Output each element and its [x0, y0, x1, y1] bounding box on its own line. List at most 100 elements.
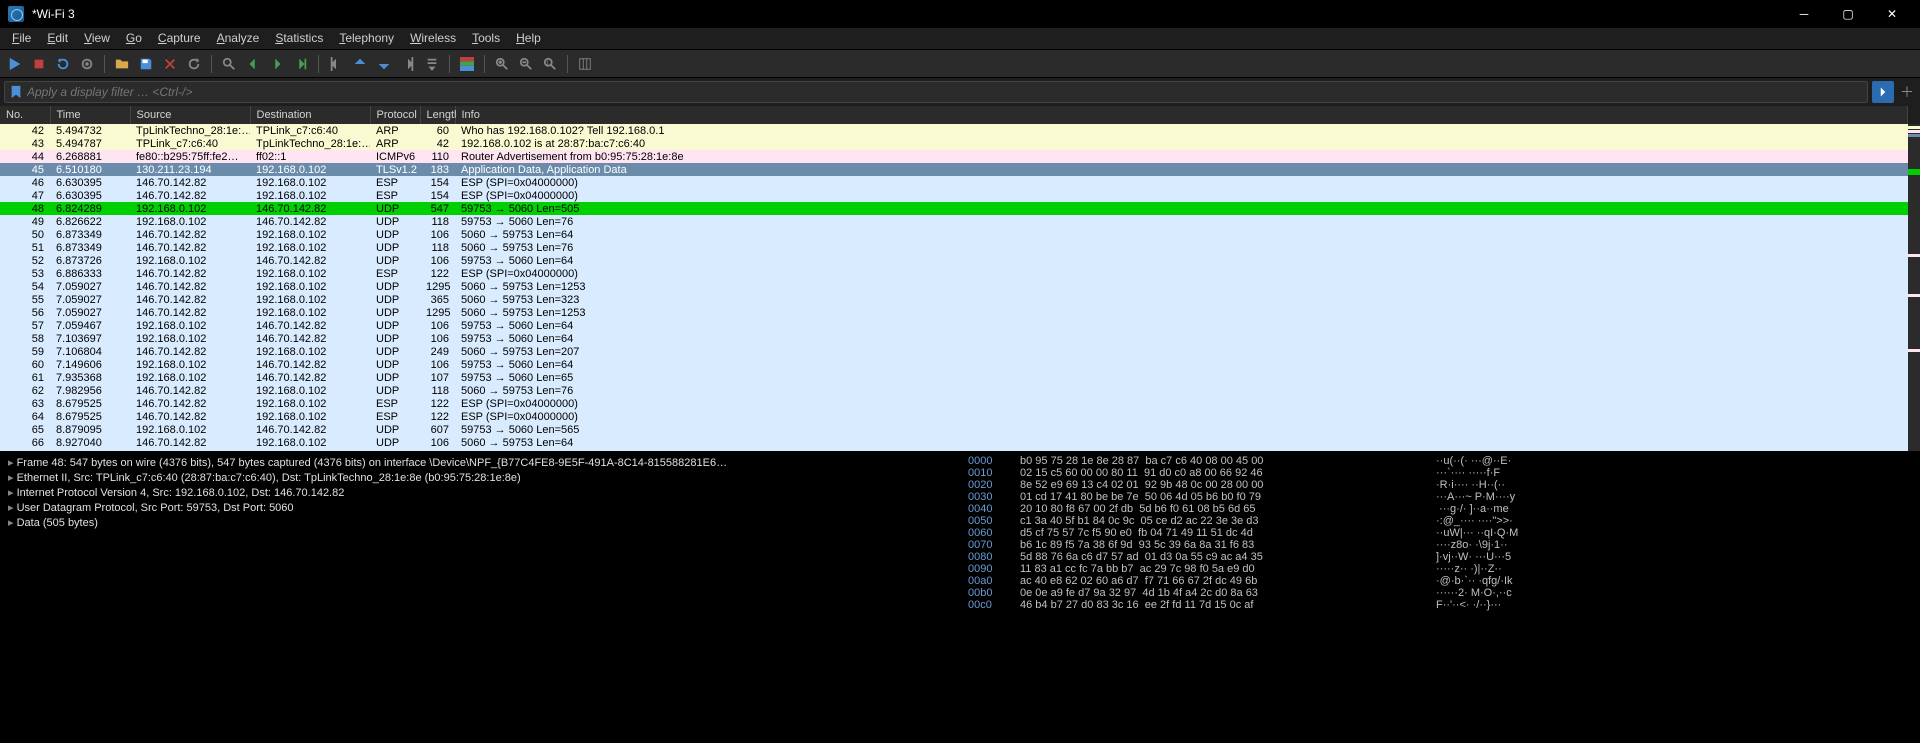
open-file-button[interactable]	[111, 53, 133, 75]
column-header-length[interactable]: Length	[420, 106, 455, 124]
first-packet-button[interactable]	[325, 53, 347, 75]
packet-row[interactable]: 446.268881fe80::b295:75ff:fe2…ff02::1ICM…	[0, 150, 1908, 163]
column-header-no[interactable]: No.	[0, 106, 50, 124]
hex-row[interactable]: 0060d5 cf 75 57 7c f5 90 e0 fb 04 71 49 …	[968, 527, 1912, 539]
packet-row[interactable]: 486.824289192.168.0.102146.70.142.82UDP5…	[0, 202, 1908, 215]
packet-row[interactable]: 536.886333146.70.142.82192.168.0.102ESP1…	[0, 267, 1908, 280]
details-tree-item[interactable]: Internet Protocol Version 4, Src: 192.16…	[8, 485, 952, 500]
hex-row[interactable]: 0070b6 1c 89 f5 7a 38 6f 9d 93 5c 39 6a …	[968, 539, 1912, 551]
packet-row[interactable]: 617.935368192.168.0.102146.70.142.82UDP1…	[0, 371, 1908, 384]
menu-edit[interactable]: Edit	[39, 28, 76, 49]
colorize-button[interactable]	[456, 53, 478, 75]
packet-row[interactable]: 516.873349146.70.142.82192.168.0.102UDP1…	[0, 241, 1908, 254]
go-back-button[interactable]	[242, 53, 264, 75]
packet-row[interactable]: 567.059027146.70.142.82192.168.0.102UDP1…	[0, 306, 1908, 319]
zoom-in-button[interactable]	[491, 53, 513, 75]
close-button[interactable]: ✕	[1872, 2, 1912, 26]
start-capture-button[interactable]	[4, 53, 26, 75]
packet-row[interactable]: 668.927040146.70.142.82192.168.0.102UDP1…	[0, 436, 1908, 449]
packet-row[interactable]: 607.149606192.168.0.102146.70.142.82UDP1…	[0, 358, 1908, 371]
minimap-mark	[1908, 134, 1920, 137]
close-file-button[interactable]	[159, 53, 181, 75]
restart-capture-button[interactable]	[52, 53, 74, 75]
packet-row[interactable]: 526.873726192.168.0.102146.70.142.82UDP1…	[0, 254, 1908, 267]
menu-analyze[interactable]: Analyze	[209, 28, 268, 49]
reload-button[interactable]	[183, 53, 205, 75]
details-tree-item[interactable]: Ethernet II, Src: TPLink_c7:c6:40 (28:87…	[8, 470, 952, 485]
toolbar-separator	[318, 55, 319, 73]
hex-row[interactable]: 00208e 52 e9 69 13 c4 02 01 92 9b 48 0c …	[968, 479, 1912, 491]
filter-input-container[interactable]	[4, 81, 1868, 103]
menu-help[interactable]: Help	[508, 28, 549, 49]
packet-row[interactable]: 506.873349146.70.142.82192.168.0.102UDP1…	[0, 228, 1908, 241]
hex-row[interactable]: 009011 83 a1 cc fc 7a bb b7 ac 29 7c 98 …	[968, 563, 1912, 575]
packet-row[interactable]: 547.059027146.70.142.82192.168.0.102UDP1…	[0, 280, 1908, 293]
packet-list-pane[interactable]: No.TimeSourceDestinationProtocolLengthIn…	[0, 106, 1920, 451]
packet-row[interactable]: 577.059467192.168.0.102146.70.142.82UDP1…	[0, 319, 1908, 332]
auto-scroll-button[interactable]	[421, 53, 443, 75]
packet-row[interactable]: 476.630395146.70.142.82192.168.0.102ESP1…	[0, 189, 1908, 202]
hex-row[interactable]: 003001 cd 17 41 80 be be 7e 50 06 4d 05 …	[968, 491, 1912, 503]
column-header-destination[interactable]: Destination	[250, 106, 370, 124]
packet-row[interactable]: 425.494732TpLinkTechno_28:1e:…TPLink_c7:…	[0, 124, 1908, 137]
packet-row[interactable]: 679.113368146.70.142.82192.168.0.102UDP1…	[0, 449, 1908, 451]
menu-statistics[interactable]: Statistics	[267, 28, 331, 49]
bookmark-icon	[9, 85, 23, 99]
column-header-time[interactable]: Time	[50, 106, 130, 124]
packet-row[interactable]: 627.982956146.70.142.82192.168.0.102UDP1…	[0, 384, 1908, 397]
display-filter-input[interactable]	[27, 85, 1863, 99]
hex-row[interactable]: 00a0ac 40 e8 62 02 60 a6 d7 f7 71 66 67 …	[968, 575, 1912, 587]
packet-row[interactable]: 587.103697192.168.0.102146.70.142.82UDP1…	[0, 332, 1908, 345]
filter-add-button[interactable]: ＋	[1898, 83, 1916, 101]
packet-row[interactable]: 648.679525146.70.142.82192.168.0.102ESP1…	[0, 410, 1908, 423]
menu-tools[interactable]: Tools	[464, 28, 508, 49]
zoom-out-button[interactable]	[515, 53, 537, 75]
packet-row[interactable]: 496.826622192.168.0.102146.70.142.82UDP1…	[0, 215, 1908, 228]
hex-row[interactable]: 00805d 88 76 6a c6 d7 57 ad 01 d3 0a 55 …	[968, 551, 1912, 563]
stop-capture-button[interactable]	[28, 53, 50, 75]
hex-row[interactable]: 0000b0 95 75 28 1e 8e 28 87 ba c7 c6 40 …	[968, 455, 1912, 467]
menu-capture[interactable]: Capture	[150, 28, 209, 49]
packet-minimap[interactable]	[1908, 124, 1920, 451]
minimize-button[interactable]: ─	[1784, 2, 1824, 26]
prev-packet-button[interactable]	[349, 53, 371, 75]
hex-row[interactable]: 001002 15 c5 60 00 00 80 11 91 d0 c0 a8 …	[968, 467, 1912, 479]
maximize-button[interactable]: ▢	[1828, 2, 1868, 26]
packet-details-pane[interactable]: Frame 48: 547 bytes on wire (4376 bits),…	[0, 451, 960, 743]
last-packet-button[interactable]	[397, 53, 419, 75]
minimap-mark	[1908, 349, 1920, 352]
next-packet-button[interactable]	[373, 53, 395, 75]
packet-row[interactable]: 638.679525146.70.142.82192.168.0.102ESP1…	[0, 397, 1908, 410]
save-file-button[interactable]	[135, 53, 157, 75]
hex-row[interactable]: 00c046 b4 b7 27 d0 83 3c 16 ee 2f fd 11 …	[968, 599, 1912, 611]
column-header-info[interactable]: Info	[455, 106, 1908, 124]
packet-row[interactable]: 435.494787TPLink_c7:c6:40TpLinkTechno_28…	[0, 137, 1908, 150]
menu-file[interactable]: File	[4, 28, 39, 49]
menu-telephony[interactable]: Telephony	[331, 28, 402, 49]
window-controls: ─ ▢ ✕	[1784, 2, 1912, 26]
capture-options-button[interactable]	[76, 53, 98, 75]
jump-button[interactable]	[290, 53, 312, 75]
menu-view[interactable]: View	[76, 28, 118, 49]
menu-wireless[interactable]: Wireless	[402, 28, 464, 49]
menu-go[interactable]: Go	[118, 28, 150, 49]
details-tree-item[interactable]: Data (505 bytes)	[8, 515, 952, 530]
column-header-source[interactable]: Source	[130, 106, 250, 124]
details-tree-item[interactable]: Frame 48: 547 bytes on wire (4376 bits),…	[8, 455, 952, 470]
packet-row[interactable]: 456.510180130.211.23.194192.168.0.102TLS…	[0, 163, 1908, 176]
packet-bytes-pane[interactable]: 0000b0 95 75 28 1e 8e 28 87 ba c7 c6 40 …	[960, 451, 1920, 743]
filter-apply-button[interactable]	[1872, 81, 1894, 103]
hex-row[interactable]: 0050c1 3a 40 5f b1 84 0c 9c 05 ce d2 ac …	[968, 515, 1912, 527]
details-tree-item[interactable]: User Datagram Protocol, Src Port: 59753,…	[8, 500, 952, 515]
packet-row[interactable]: 597.106804146.70.142.82192.168.0.102UDP2…	[0, 345, 1908, 358]
packet-row[interactable]: 557.059027146.70.142.82192.168.0.102UDP3…	[0, 293, 1908, 306]
find-button[interactable]	[218, 53, 240, 75]
resize-columns-button[interactable]	[574, 53, 596, 75]
go-forward-button[interactable]	[266, 53, 288, 75]
column-header-protocol[interactable]: Protocol	[370, 106, 420, 124]
packet-row[interactable]: 466.630395146.70.142.82192.168.0.102ESP1…	[0, 176, 1908, 189]
packet-row[interactable]: 658.879095192.168.0.102146.70.142.82UDP6…	[0, 423, 1908, 436]
hex-row[interactable]: 00b00e 0e a9 fe d7 9a 32 97 4d 1b 4f a4 …	[968, 587, 1912, 599]
zoom-reset-button[interactable]: 1	[539, 53, 561, 75]
hex-row[interactable]: 004020 10 80 f8 67 00 2f db 5d b6 f0 61 …	[968, 503, 1912, 515]
